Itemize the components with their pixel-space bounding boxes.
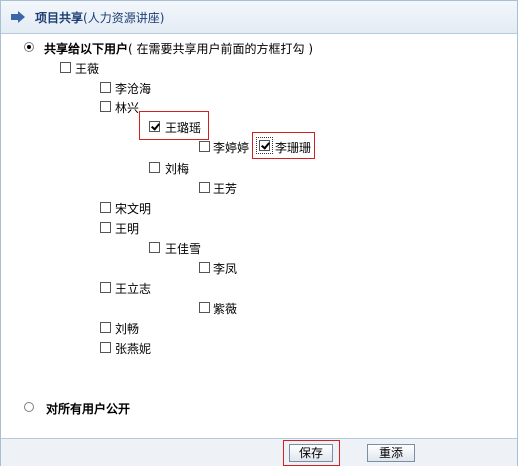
panel-title: 项目共享(人力资源讲座) bbox=[35, 11, 165, 25]
user-label: 林兴 bbox=[115, 101, 140, 115]
user-label: 王芳 bbox=[213, 182, 238, 196]
button-bar: 保存 重添 bbox=[1, 438, 517, 466]
user-checkbox[interactable] bbox=[199, 262, 210, 273]
user-checkbox[interactable] bbox=[149, 242, 160, 253]
save-button[interactable]: 保存 bbox=[289, 444, 333, 462]
user-checkbox[interactable] bbox=[100, 222, 111, 233]
user-checkbox[interactable] bbox=[100, 322, 111, 333]
user-checkbox[interactable] bbox=[100, 202, 111, 213]
user-label: 刘梅 bbox=[165, 162, 190, 176]
user-label: 张燕妮 bbox=[115, 342, 152, 356]
share-selected-hint: ( 在需要共享用户前面的方框打勾 ) bbox=[128, 42, 314, 56]
user-label: 紫薇 bbox=[213, 302, 238, 316]
share-all-label: 对所有用户公开 bbox=[46, 402, 131, 416]
user-label: 王璐瑶 bbox=[165, 121, 202, 135]
user-checkbox[interactable] bbox=[199, 302, 210, 313]
arrow-right-icon bbox=[11, 11, 25, 23]
user-label: 李婷婷 bbox=[213, 141, 250, 155]
user-checkbox[interactable] bbox=[149, 121, 160, 132]
user-checkbox[interactable] bbox=[100, 282, 111, 293]
user-label: 李沧海 bbox=[115, 82, 152, 96]
user-checkbox[interactable] bbox=[100, 342, 111, 353]
user-checkbox[interactable] bbox=[199, 182, 210, 193]
user-label: 王立志 bbox=[115, 282, 152, 296]
user-checkbox[interactable] bbox=[259, 140, 270, 151]
user-checkbox[interactable] bbox=[100, 101, 111, 112]
user-checkbox[interactable] bbox=[199, 141, 210, 152]
user-checkbox[interactable] bbox=[149, 162, 160, 173]
reset-button[interactable]: 重添 bbox=[367, 444, 415, 462]
user-label: 王佳雪 bbox=[165, 242, 202, 256]
share-selected-label: 共享给以下用户( 在需要共享用户前面的方框打勾 ) bbox=[44, 42, 314, 56]
share-all-radio[interactable] bbox=[24, 402, 34, 412]
user-checkbox[interactable] bbox=[100, 82, 111, 93]
share-selected-radio[interactable] bbox=[24, 42, 34, 52]
user-label: 宋文明 bbox=[115, 202, 152, 216]
user-label: 王明 bbox=[115, 222, 140, 236]
share-panel: 项目共享(人力资源讲座) 共享给以下用户( 在需要共享用户前面的方框打勾 ) 王… bbox=[0, 0, 518, 466]
panel-subtitle: (人力资源讲座) bbox=[83, 11, 165, 25]
user-label: 李凤 bbox=[213, 262, 238, 276]
user-label: 刘畅 bbox=[115, 322, 140, 336]
panel-header: 项目共享(人力资源讲座) bbox=[1, 1, 517, 34]
user-checkbox[interactable] bbox=[60, 62, 71, 73]
user-label: 李珊珊 bbox=[275, 141, 312, 155]
user-label: 王薇 bbox=[75, 62, 100, 76]
